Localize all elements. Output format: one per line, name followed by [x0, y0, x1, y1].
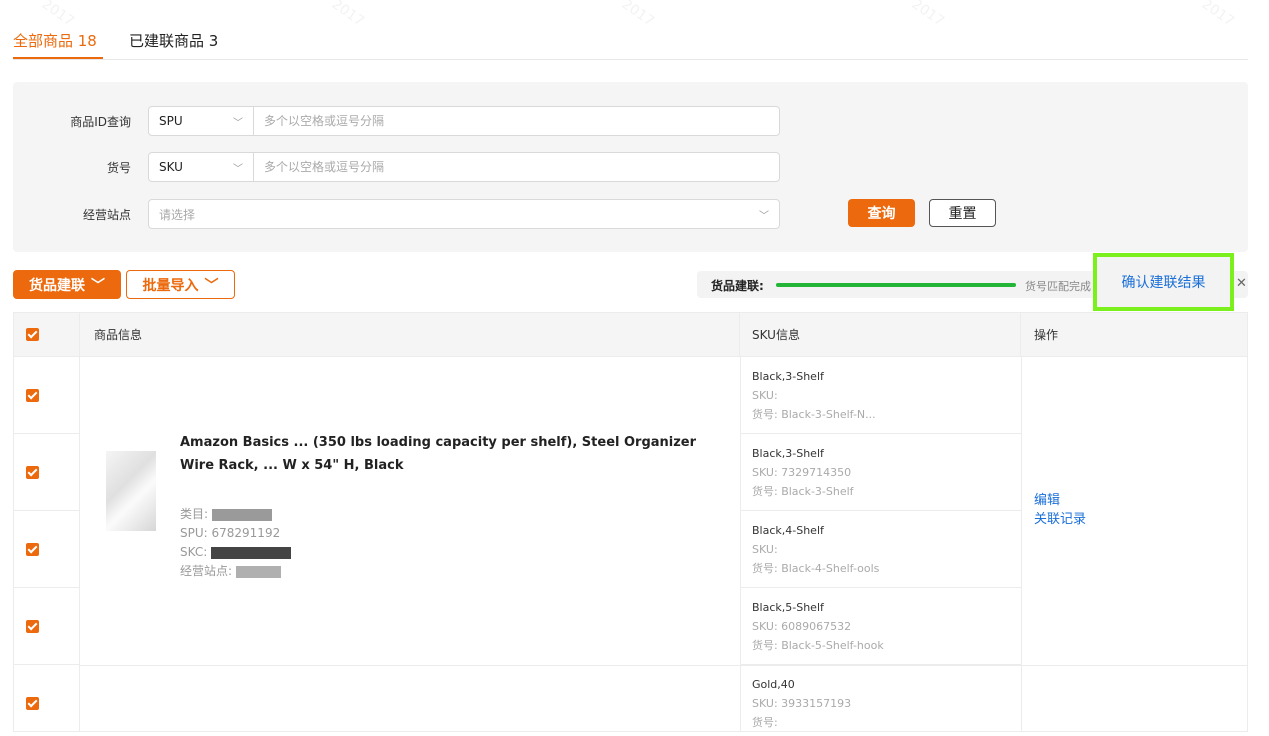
sku-id: SKU: 6089067532	[752, 620, 852, 633]
edit-link[interactable]: 编辑	[1034, 491, 1086, 510]
row-checkbox[interactable]	[26, 619, 39, 633]
chevron-down-icon: ﹀	[233, 163, 243, 175]
chevron-down-icon: ﹀	[759, 210, 769, 222]
sku-info-cell: Gold,40 SKU: 3933157193 货号:	[740, 665, 1021, 731]
chevron-down-icon: ﹀	[233, 117, 243, 129]
sku-code-type-value: SKU	[159, 160, 183, 174]
row-divider	[80, 665, 1247, 666]
site-select[interactable]: 请选择 ﹀	[148, 199, 780, 229]
column-divider	[1021, 357, 1022, 731]
confirm-link-result-link[interactable]: 确认建联结果	[1122, 272, 1206, 292]
bulk-import-label: 批量导入	[142, 277, 199, 294]
bulk-import-button[interactable]: 批量导入 ﹀	[126, 270, 235, 299]
sku-name: Black,3-Shelf	[752, 370, 824, 383]
sku-id: SKU:	[752, 389, 778, 402]
product-id-type-value: SPU	[159, 114, 183, 128]
row-checkbox[interactable]	[26, 697, 39, 710]
goods-link-button[interactable]: 货品建联 ﹀	[13, 270, 121, 299]
sku-code-type-select[interactable]: SKU ﹀	[149, 153, 254, 181]
row-checkbox-cell	[14, 588, 80, 665]
row-checkbox-cell	[14, 665, 80, 731]
query-button[interactable]: 查询	[848, 199, 915, 227]
sku-id: SKU: 3933157193	[752, 697, 852, 710]
sku-code-group: SKU ﹀	[148, 152, 780, 182]
product-site: 经营站点:	[180, 562, 291, 581]
active-tab-indicator	[13, 57, 103, 59]
row-checkbox-cell	[14, 357, 80, 434]
product-id-input[interactable]	[254, 107, 779, 135]
site-placeholder: 请选择	[159, 207, 196, 222]
sku-code: 货号:	[752, 716, 778, 729]
header-select-all	[14, 313, 80, 357]
sku-id: SKU: 7329714350	[752, 466, 852, 479]
filter-row-site: 经营站点 请选择 ﹀ 查询 重置	[13, 199, 1248, 229]
sku-code: 货号: Black-3-Shelf-N...	[752, 408, 876, 421]
progress-bar-fill	[776, 283, 1016, 287]
product-category: 类目:	[180, 505, 291, 524]
header-sku: SKU信息	[740, 313, 1021, 357]
product-title: Amazon Basics ... (350 lbs loading capac…	[180, 435, 697, 473]
filter-row-product-id: 商品ID查询 SPU ﹀	[13, 106, 1248, 136]
sku-info-cell: Black,3-Shelf SKU: 7329714350 货号: Black-…	[740, 434, 1021, 511]
sku-id: SKU:	[752, 543, 778, 556]
sku-name: Gold,40	[752, 678, 795, 691]
chevron-down-icon: ﹀	[91, 277, 105, 294]
site-label: 经营站点	[82, 208, 131, 222]
product-id-type-select[interactable]: SPU ﹀	[149, 107, 254, 135]
row-checkbox[interactable]	[26, 542, 39, 556]
header-ops: 操作	[1021, 313, 1247, 357]
select-all-checkbox[interactable]	[26, 328, 39, 341]
filter-panel: 商品ID查询 SPU ﹀ 货号 SKU ﹀ 经营站点 请选择 ﹀ 查询 重置	[13, 82, 1248, 252]
row-operations: 编辑 关联记录	[1034, 491, 1086, 529]
sku-name: Black,3-Shelf	[752, 447, 824, 460]
tab-linked-products[interactable]: 已建联商品 3	[129, 30, 218, 51]
link-records-link[interactable]: 关联记录	[1034, 510, 1086, 529]
close-icon[interactable]: ✕	[1236, 276, 1247, 291]
filter-row-sku-code: 货号 SKU ﹀	[13, 152, 1248, 182]
row-checkbox[interactable]	[26, 388, 39, 402]
tab-bar: 全部商品 18 已建联商品 3	[13, 0, 1248, 60]
confirm-highlight: 确认建联结果	[1093, 253, 1234, 311]
product-thumbnail	[106, 451, 156, 531]
chevron-down-icon: ﹀	[204, 277, 219, 294]
progress-status: 货号匹配完成	[1025, 280, 1091, 293]
sku-code: 货号: Black-5-Shelf-hook	[752, 639, 884, 652]
header-product: 商品信息	[80, 313, 740, 357]
goods-link-label: 货品建联	[29, 277, 85, 294]
sku-code-label: 货号	[106, 161, 131, 175]
product-table: 商品信息 SKU信息 操作 Amazon Basics ... (350 lbs…	[13, 312, 1248, 732]
product-spu: SPU: 678291192	[180, 526, 281, 540]
sku-name: Black,4-Shelf	[752, 524, 824, 537]
reset-button[interactable]: 重置	[929, 199, 996, 227]
row-checkbox-cell	[14, 434, 80, 511]
product-id-label: 商品ID查询	[70, 115, 131, 129]
sku-info-cell: Black,5-Shelf SKU: 6089067532 货号: Black-…	[740, 588, 1021, 665]
progress-label: 货品建联:	[711, 279, 764, 293]
row-checkbox-cell	[14, 511, 80, 588]
sku-name: Black,5-Shelf	[752, 601, 824, 614]
product-id-group: SPU ﹀	[148, 106, 780, 136]
product-skc: SKC:	[180, 543, 292, 562]
tab-all-products[interactable]: 全部商品 18	[13, 30, 97, 51]
product-meta: 类目: SPU: 678291192 SKC: 经营站点:	[180, 505, 292, 581]
row-checkbox[interactable]	[26, 465, 39, 479]
sku-code-input[interactable]	[254, 153, 779, 181]
sku-info-cell: Black,3-Shelf SKU: 货号: Black-3-Shelf-N..…	[740, 357, 1021, 434]
progress-bar	[776, 283, 1016, 287]
sku-code: 货号: Black-3-Shelf	[752, 485, 854, 498]
sku-code: 货号: Black-4-Shelf-ools	[752, 562, 880, 575]
sku-info-cell: Black,4-Shelf SKU: 货号: Black-4-Shelf-ool…	[740, 511, 1021, 588]
